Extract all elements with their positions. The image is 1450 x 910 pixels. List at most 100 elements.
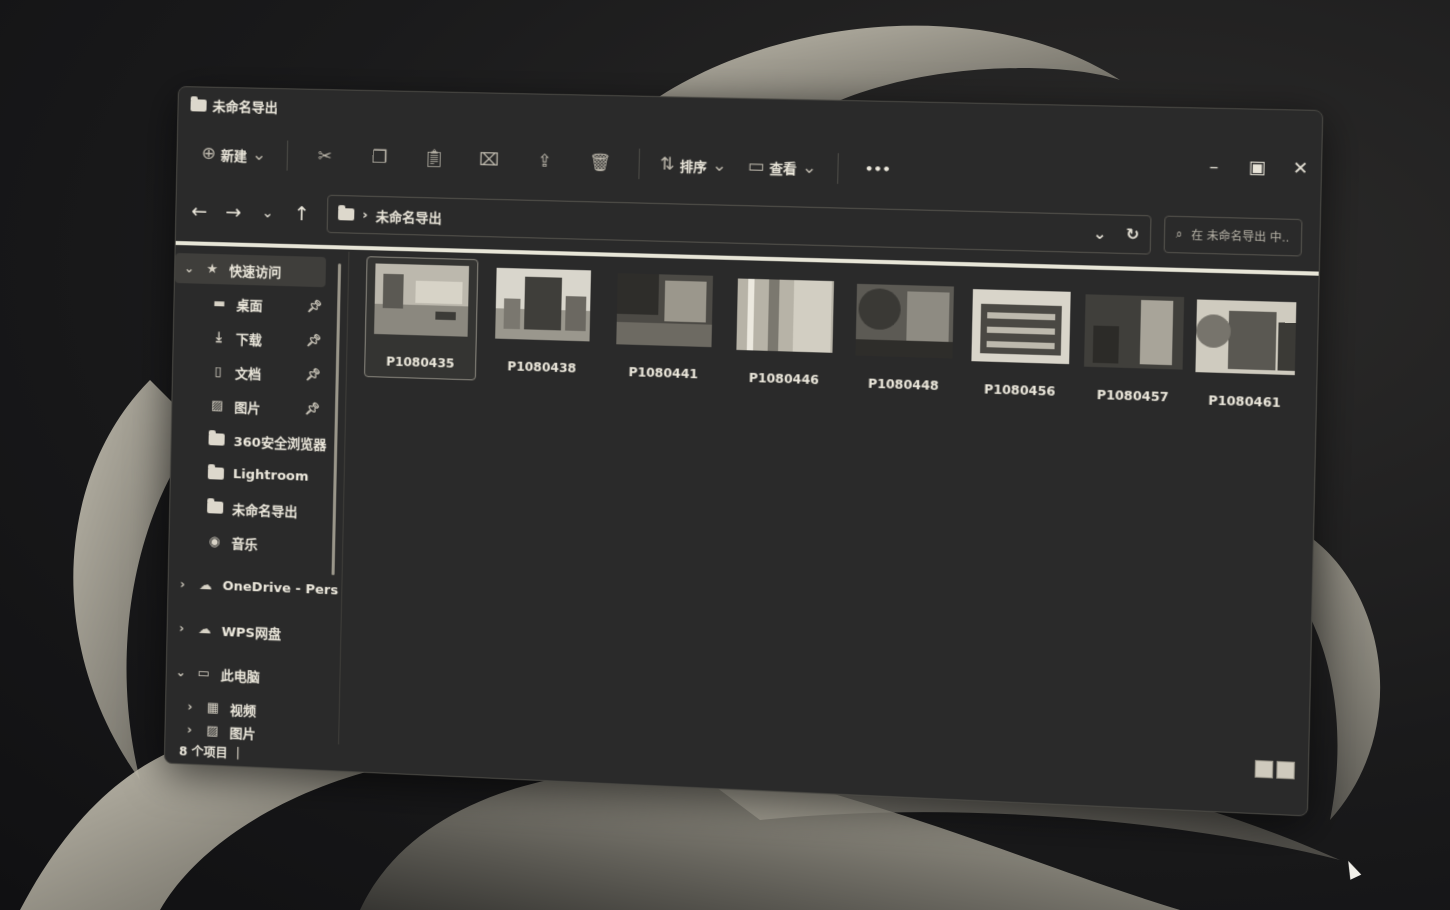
share-button[interactable]: ⇪ xyxy=(521,145,569,179)
toolbar-divider xyxy=(286,140,288,171)
pin-icon[interactable]: 📌︎ xyxy=(307,299,323,314)
sidebar-item-label: 桌面 xyxy=(236,298,263,315)
folder-icon xyxy=(190,98,207,112)
file-name: P1080441 xyxy=(628,364,699,382)
file-item[interactable]: P1080457 xyxy=(1075,288,1193,414)
trash-icon: 🗑︎ xyxy=(588,152,612,174)
breadcrumb-separator-icon: › xyxy=(362,207,368,223)
cloud-icon: ☁ xyxy=(197,621,212,637)
sidebar-item-desktop[interactable]: ▬ 桌面 📌︎ xyxy=(210,288,322,320)
close-button[interactable]: ✕ xyxy=(1290,158,1310,179)
up-arrow-icon[interactable]: ↑ xyxy=(284,203,319,226)
rename-icon: ⌧ xyxy=(478,149,500,171)
chevron-right-icon: › xyxy=(186,722,193,737)
chevron-down-icon: ⌄ xyxy=(711,155,728,177)
thumbnail-view-button[interactable] xyxy=(1276,760,1296,780)
breadcrumb[interactable]: 未命名导出 xyxy=(376,206,442,227)
window-title-text: 未命名导出 xyxy=(212,99,278,117)
sidebar-item-label: 音乐 xyxy=(231,536,258,553)
image-thumbnail xyxy=(971,289,1071,365)
delete-button[interactable]: 🗑︎ xyxy=(576,146,624,180)
sidebar-item-onedrive[interactable]: › ☁ OneDrive - Pers xyxy=(168,569,339,606)
chevron-right-icon: › xyxy=(187,699,193,714)
image-thumbnail xyxy=(616,273,714,348)
file-name: P1080446 xyxy=(748,370,820,388)
more-options-button[interactable]: ••• xyxy=(853,152,902,186)
view-button[interactable]: ▭ 查看 ⌄ xyxy=(741,150,823,185)
file-explorer-window: 未命名导出 – ▣ ✕ ⊕ 新建 ⌄ ✂ ❐ 📋︎ ⌧ ⇪ 🗑︎ ⇅ 排序 ⌄ … xyxy=(163,86,1324,817)
address-history-chevron-icon[interactable]: ⌄ xyxy=(1093,224,1107,243)
file-item[interactable]: P1080438 xyxy=(486,261,599,384)
minimize-button[interactable]: – xyxy=(1204,156,1224,177)
chevron-down-icon: ⌄ xyxy=(175,665,186,680)
back-arrow-icon[interactable]: ← xyxy=(182,200,216,223)
file-name: P1080438 xyxy=(507,359,577,376)
new-button[interactable]: ⊕ 新建 ⌄ xyxy=(195,137,272,171)
sort-label: 排序 xyxy=(679,159,707,176)
pin-icon[interactable]: 📌︎ xyxy=(306,333,322,348)
sort-arrows-icon: ⇅ xyxy=(659,154,675,175)
sidebar-item-videos[interactable]: › ▦ 视频 xyxy=(176,691,257,725)
maximize-button[interactable]: ▣ xyxy=(1247,157,1267,178)
file-list: P1080435 P1080438 P1080441 P1080446 P108… xyxy=(344,254,1318,789)
image-thumbnail xyxy=(374,263,470,337)
image-thumbnail xyxy=(495,267,592,342)
image-thumbnail xyxy=(855,283,954,359)
sidebar-item-documents[interactable]: ▯ 文档 📌︎ xyxy=(209,356,321,388)
file-item[interactable]: P1080448 xyxy=(846,277,962,402)
chevron-right-icon: › xyxy=(179,621,185,636)
star-icon: ★ xyxy=(206,261,219,277)
sidebar-item-label: 下载 xyxy=(235,332,263,349)
file-item[interactable]: P1080441 xyxy=(607,267,721,390)
file-name: P1080457 xyxy=(1096,387,1169,405)
sidebar-item-pictures[interactable]: ▨ 图片 📌︎ xyxy=(208,390,320,422)
desktop-icon: ▬ xyxy=(213,295,226,311)
folder-icon xyxy=(207,466,225,481)
toolbar-divider xyxy=(637,148,640,180)
sidebar-scrollbar[interactable] xyxy=(331,263,342,576)
sidebar-item-unnamed-export[interactable]: 未命名导出 xyxy=(206,492,298,525)
file-item[interactable]: P1080456 xyxy=(962,283,1079,408)
sidebar-item-this-pc[interactable]: ⌄ ▭ 此电脑 xyxy=(166,657,260,691)
sidebar-item-label: Lightroom xyxy=(232,466,309,485)
music-icon: ◉ xyxy=(208,533,221,550)
picture-icon: ▨ xyxy=(211,397,224,414)
sidebar-item-360-browser[interactable]: 360安全浏览器 xyxy=(207,424,326,458)
file-item[interactable]: P1080435 xyxy=(364,256,479,381)
plus-circle-icon: ⊕ xyxy=(201,143,217,164)
sidebar-item-quick-access[interactable]: ⌄ ★ 快速访问 xyxy=(174,252,327,288)
chevron-down-icon: ⌄ xyxy=(801,157,818,179)
pin-icon[interactable]: 📌︎ xyxy=(305,401,321,416)
file-item[interactable]: P1080461 xyxy=(1186,293,1305,419)
chevron-down-icon: ⌄ xyxy=(251,144,267,166)
view-toggle xyxy=(1254,759,1296,780)
copy-button[interactable]: ❐ xyxy=(356,141,403,174)
cut-button[interactable]: ✂ xyxy=(301,140,348,173)
sidebar-item-lightroom[interactable]: Lightroom xyxy=(207,458,309,492)
folder-icon xyxy=(337,208,355,221)
sidebar-item-label: 此电脑 xyxy=(220,668,260,686)
address-bar[interactable]: › 未命名导出 ⌄ ↻ xyxy=(326,194,1152,255)
picture-icon: ▨ xyxy=(206,722,219,739)
image-thumbnail xyxy=(736,278,834,353)
search-input[interactable]: ⌕ 在 未命名导出 中... xyxy=(1163,215,1303,257)
paste-button[interactable]: 📋︎ xyxy=(410,142,457,175)
sidebar-item-downloads[interactable]: ⤓ 下载 📌︎ xyxy=(209,322,322,354)
refresh-icon[interactable]: ↻ xyxy=(1126,225,1140,244)
sort-button[interactable]: ⇅ 排序 ⌄ xyxy=(653,148,733,182)
download-icon: ⤓ xyxy=(215,329,222,345)
sidebar-item-music[interactable]: ◉ 音乐 xyxy=(205,526,258,558)
sidebar-item-label: 视频 xyxy=(229,702,257,720)
search-placeholder: 在 未命名导出 中... xyxy=(1190,228,1291,245)
clipboard-icon: 📋︎ xyxy=(422,148,446,170)
monitor-icon: ▭ xyxy=(747,156,765,178)
sidebar-item-wps-drive[interactable]: › ☁ WPS网盘 xyxy=(167,613,281,648)
file-item[interactable]: P1080446 xyxy=(727,272,842,396)
pin-icon[interactable]: 📌︎ xyxy=(305,367,321,382)
recent-locations-chevron-icon[interactable]: ⌄ xyxy=(250,205,285,222)
status-divider: | xyxy=(235,745,241,761)
details-view-button[interactable] xyxy=(1254,759,1274,779)
forward-arrow-icon[interactable]: → xyxy=(216,201,251,224)
folder-icon xyxy=(207,432,225,447)
rename-button[interactable]: ⌧ xyxy=(465,144,513,177)
